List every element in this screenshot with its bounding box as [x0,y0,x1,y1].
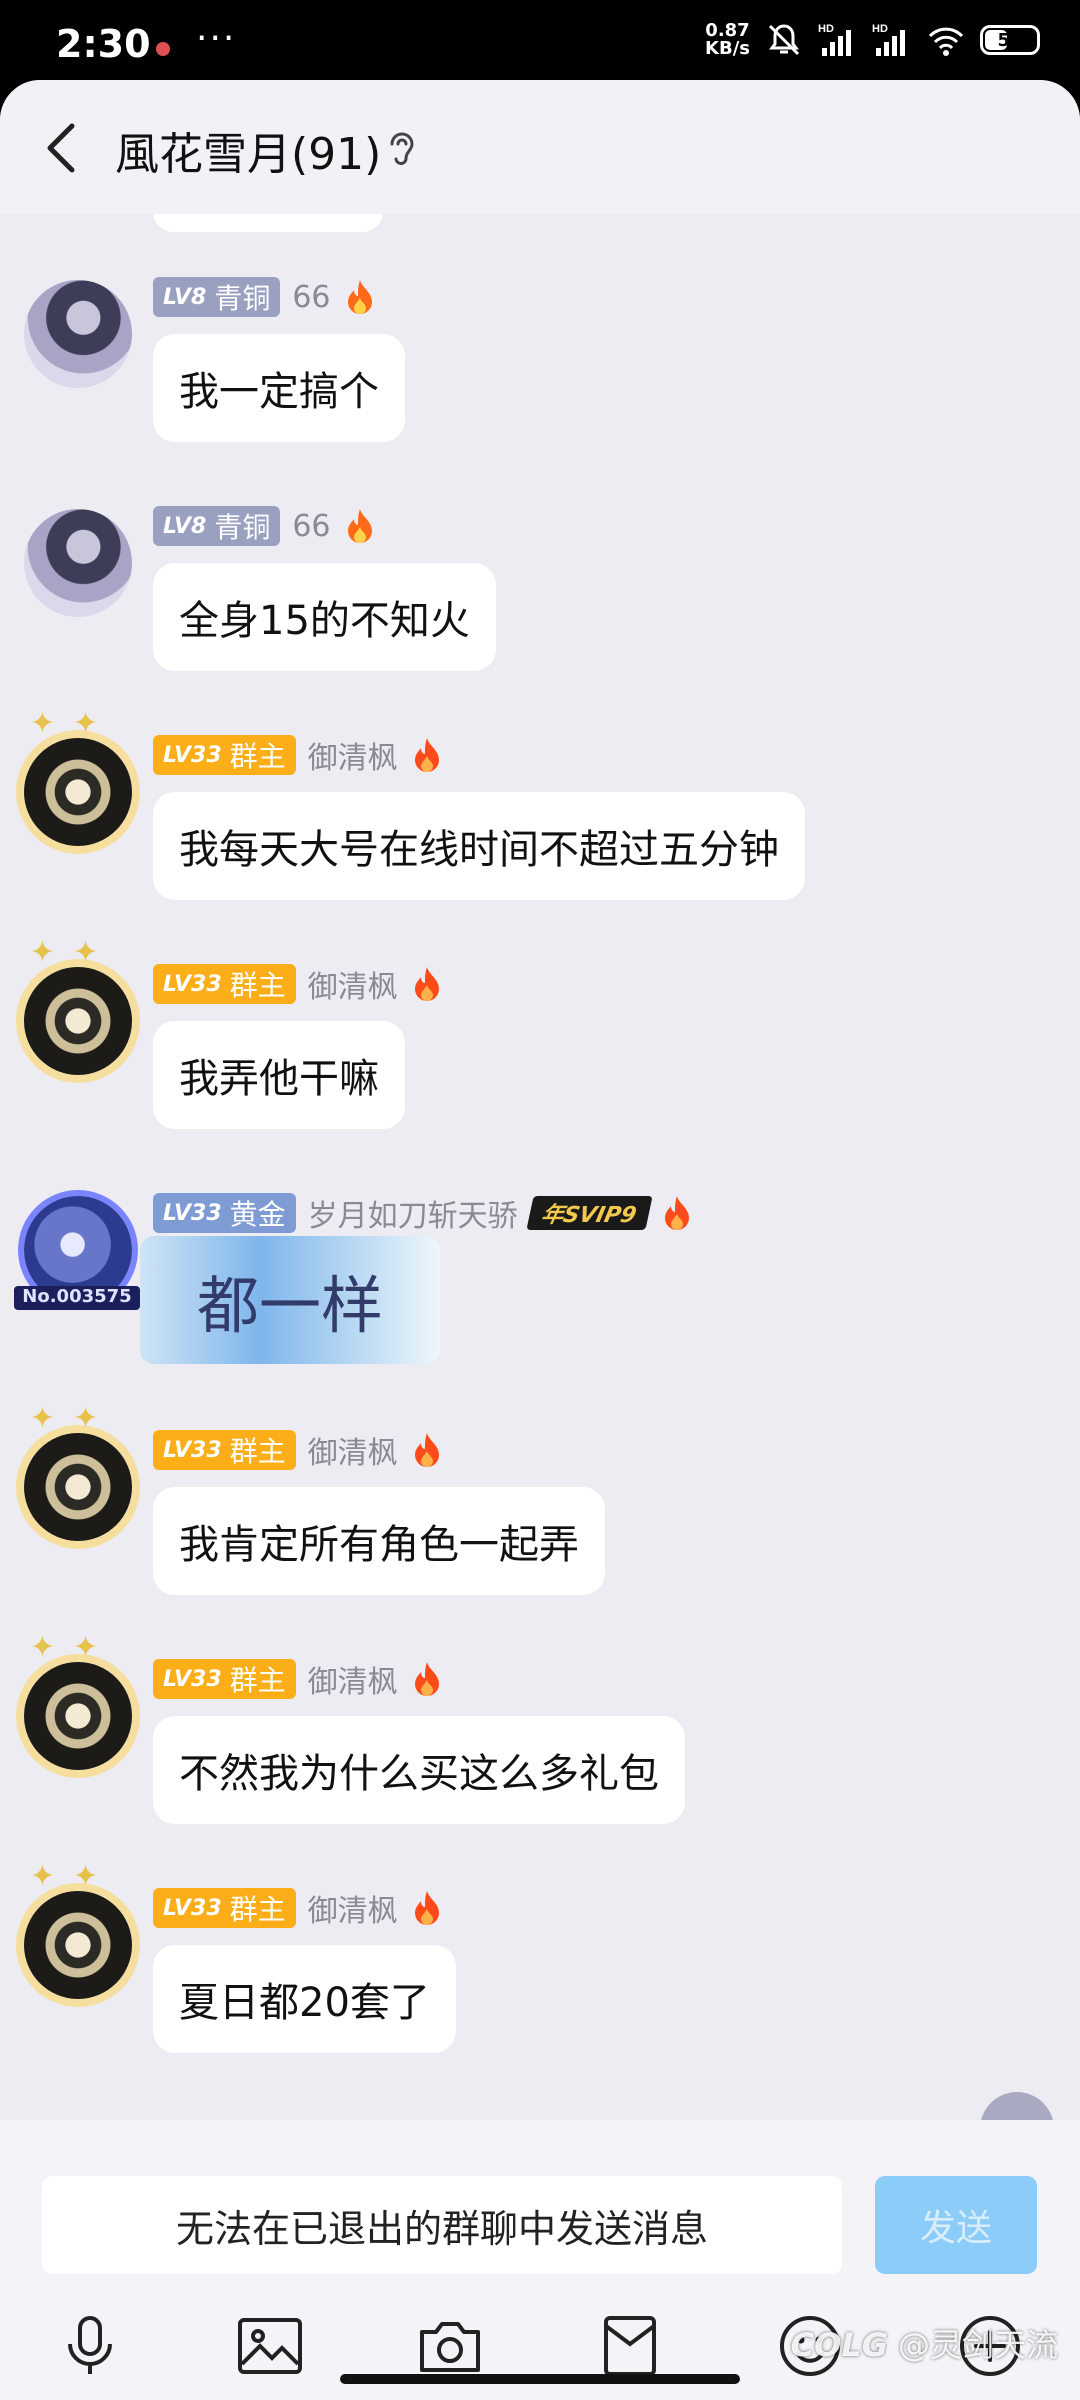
sender-meta: LV33 群主 御清枫 [153,1887,444,1929]
send-button[interactable]: 发送 [875,2176,1037,2274]
level-label: LV8 [163,284,207,310]
member-badge: LV8 青铜 [153,506,281,546]
level-label: LV33 [163,1200,222,1226]
chat-screen: 風花雪月(91) LV8 青铜 66 我一定搞个 LV8 青铜 66 全身15的… [0,80,1080,2400]
sender-name[interactable]: 66 [292,509,330,544]
member-title: 青铜 [214,511,271,544]
network-speed: 0.87 KB/s [705,22,750,58]
sender-meta: LV33 群主 御清枫 [153,1658,444,1700]
level-label: LV8 [163,513,207,539]
sender-name[interactable]: 岁月如刀斩天骄 [308,1191,518,1235]
sender-meta: LV8 青铜 66 [153,276,377,318]
member-title: 青铜 [214,282,271,315]
bell-muted-icon [768,24,800,56]
member-badge: LV8 青铜 [153,277,281,317]
status-more: ··· [196,18,237,59]
fire-icon [347,509,372,543]
fire-icon [414,738,439,772]
svip-badge: 年SVIP9 [526,1196,652,1230]
member-title: 群主 [229,1664,286,1697]
watermark-text: @灵剑天流 [897,2326,1058,2364]
camera-icon[interactable] [414,2310,486,2382]
avatar[interactable] [24,1433,132,1541]
member-title: 黄金 [229,1198,286,1231]
group-title[interactable]: 風花雪月(91) [115,118,381,182]
red-packet-icon[interactable] [594,2310,666,2382]
status-bar: 2:30 ··· 0.87 KB/s HD HD 57 [0,0,1080,80]
member-badge: LV33 群主 [153,1888,296,1928]
fire-icon [414,967,439,1001]
home-indicator [340,2374,740,2384]
signal-hd-icon-2: HD [872,23,905,56]
signal-hd-icon: HD [818,23,851,56]
message-bubble[interactable]: 我每天大号在线时间不超过五分钟 [153,792,805,900]
member-title: 群主 [229,1435,286,1468]
avatar[interactable] [24,280,132,388]
svg-text:HD: HD [872,23,888,35]
fire-icon [665,1196,690,1230]
member-title: 群主 [229,1893,286,1926]
microphone-icon[interactable] [54,2310,126,2382]
member-badge: LV33 群主 [153,964,296,1004]
sender-meta: LV33 黄金 岁月如刀斩天骄 年SVIP9 [153,1192,694,1234]
image-icon[interactable] [234,2310,306,2382]
message-list[interactable]: LV8 青铜 66 我一定搞个 LV8 青铜 66 全身15的不知火 ✦✦ LV… [0,214,1080,2120]
message-bubble[interactable]: 我肯定所有角色一起弄 [153,1487,605,1595]
fire-icon [414,1662,439,1696]
message-bubble[interactable]: 我弄他干嘛 [153,1021,405,1129]
fire-icon [414,1891,439,1925]
notification-dot-icon [156,42,170,56]
sender-name[interactable]: 御清枫 [308,733,398,777]
sender-meta: LV8 青铜 66 [153,505,377,547]
chat-header: 風花雪月(91) [0,80,1080,214]
fire-icon [347,280,372,314]
message-input[interactable]: 无法在已退出的群聊中发送消息 [42,2176,842,2274]
sender-meta: LV33 群主 御清枫 [153,734,444,776]
network-speed-unit: KB/s [705,38,750,59]
level-label: LV33 [163,742,222,768]
sender-name[interactable]: 御清枫 [308,962,398,1006]
level-label: LV33 [163,1437,222,1463]
member-badge: LV33 群主 [153,735,296,775]
member-title: 群主 [229,969,286,1002]
member-title: 群主 [229,740,286,773]
level-label: LV33 [163,1666,222,1692]
battery-level: 57 [997,29,1023,51]
avatar[interactable] [24,509,132,617]
level-label: LV33 [163,1895,222,1921]
sender-name[interactable]: 御清枫 [308,1886,398,1930]
sender-name[interactable]: 御清枫 [308,1657,398,1701]
status-icons: 0.87 KB/s HD HD 57 [705,20,1040,60]
sender-meta: LV33 群主 御清枫 [153,1429,444,1471]
watermark: COLG @灵剑天流 [791,2320,1058,2366]
message-bubble[interactable]: 夏日都20套了 [153,1945,456,2053]
avatar[interactable] [24,967,132,1075]
avatar[interactable] [24,1662,132,1770]
member-badge: LV33 黄金 [153,1193,296,1233]
sender-meta: LV33 群主 御清枫 [153,963,444,1005]
message-bubble-decorated[interactable]: 都一样 [140,1236,440,1364]
back-arrow-icon[interactable] [40,118,84,178]
avatar[interactable] [24,738,132,846]
fire-icon [414,1433,439,1467]
avatar-number-tag: No.003575 [14,1286,140,1310]
watermark-brand: COLG [790,2326,888,2364]
member-badge: LV33 群主 [153,1659,296,1699]
message-bubble[interactable]: 我一定搞个 [153,334,405,442]
wifi-icon [928,27,964,56]
level-label: LV33 [163,971,222,997]
previous-message-bubble[interactable] [153,214,383,232]
ear-icon[interactable] [384,128,420,172]
svg-text:HD: HD [818,23,834,35]
member-badge: LV33 群主 [153,1430,296,1470]
avatar[interactable] [24,1891,132,1999]
battery-icon: 57 [980,25,1040,55]
message-bubble[interactable]: 全身15的不知火 [153,563,496,671]
status-time: 2:30 [56,22,151,66]
message-bubble[interactable]: 不然我为什么买这么多礼包 [153,1716,685,1824]
sender-name[interactable]: 66 [292,280,330,315]
sender-name[interactable]: 御清枫 [308,1428,398,1472]
